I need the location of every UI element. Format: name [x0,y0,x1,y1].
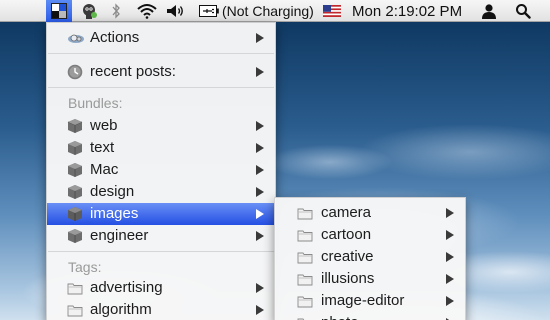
submenu-arrow-icon [256,121,264,131]
submenu-item-creative[interactable]: creative [275,246,465,268]
menu-item-label: cartoon [321,226,372,243]
menu-item-label: Mac [90,161,119,178]
bundle-cube-icon [68,229,82,243]
menu-bar: (Not Charging) Mon 2:19:02 PM [0,0,550,22]
menu-item-label: images [90,205,139,222]
fast-user-switching[interactable] [476,0,502,22]
menu-item-label: illusions [321,270,375,287]
search-icon [516,4,531,19]
tag-folder-icon [297,208,313,220]
us-flag-icon [323,5,341,17]
user-icon [482,4,496,19]
separator [48,53,274,54]
menu-item-label: text [90,139,115,156]
submenu-arrow-icon [256,231,264,241]
bundle-cube-icon [68,207,82,221]
tag-folder-icon [297,274,313,286]
bluetooth-icon [112,3,120,19]
tag-item-algorithm[interactable]: algorithm [47,299,275,320]
submenu-item-image-editor[interactable]: image-editor [275,290,465,312]
bluetooth-menu-extra[interactable] [106,0,126,22]
submenu-arrow-icon [446,296,454,306]
separator [48,87,274,88]
clock[interactable]: Mon 2:19:02 PM [352,0,470,22]
wifi-menu-extra[interactable] [134,0,160,22]
submenu-arrow-icon [256,165,264,175]
submenu-item-cartoon[interactable]: cartoon [275,224,465,246]
submenu-arrow-icon [256,305,264,315]
bundle-item-mac[interactable]: Mac [47,159,275,181]
battery-status[interactable]: (Not Charging) [222,0,314,22]
spotlight[interactable] [510,0,536,22]
growl-icon [83,4,97,19]
images-submenu: camera cartoon creative illusions image-… [274,197,466,320]
bundle-cube-icon [67,119,83,133]
separator [48,251,274,252]
submenu-arrow-icon [256,67,264,77]
submenu-arrow-icon [256,143,264,153]
delicious-menu-extra[interactable] [46,0,72,22]
menu-item-label: Actions [90,29,140,46]
bundle-item-web[interactable]: web [47,115,275,137]
submenu-item-illusions[interactable]: illusions [275,268,465,290]
clock-icon [67,64,83,80]
menu-item-label: web [90,117,118,134]
menu-item-label: algorithm [90,301,152,318]
bundle-cube-icon [68,185,82,199]
tags-header: Tags: [68,259,102,275]
bundle-item-text[interactable]: text [47,137,275,159]
volume-menu-extra[interactable] [164,0,188,22]
bundles-header: Bundles: [68,95,123,111]
submenu-arrow-icon [256,209,264,219]
tag-item-advertising[interactable]: advertising [47,277,275,299]
volume-icon [167,5,183,17]
menu-item-label: recent posts: [90,63,176,80]
submenu-arrow-icon [256,283,264,293]
menu-item-label: image-editor [321,292,405,309]
bundle-item-images[interactable]: images [47,203,275,225]
menu-item-label: design [90,183,135,200]
battery-menu-extra[interactable] [198,0,220,22]
menu-item-label: camera [321,204,372,221]
delicious-icon [51,3,67,19]
bundle-item-design[interactable]: design [47,181,275,203]
tag-folder-icon [67,283,83,295]
tag-folder-icon [297,296,313,308]
submenu-item-photo[interactable]: photo [275,312,465,320]
menu-item-label: engineer [90,227,149,244]
submenu-arrow-icon [256,187,264,197]
tag-folder-icon [297,230,313,242]
input-source-menu-extra[interactable] [320,0,344,22]
tag-folder-icon [67,305,83,317]
submenu-arrow-icon [446,274,454,284]
menu-item-label: advertising [90,279,163,296]
submenu-arrow-icon [256,33,264,43]
submenu-item-camera[interactable]: camera [275,202,465,224]
delicious-menu: Actions recent posts: Bundles: web text [46,22,276,320]
wifi-icon [137,4,157,19]
submenu-arrow-icon [446,230,454,240]
menu-item-actions[interactable]: Actions [47,27,275,49]
menu-item-label: photo [321,314,359,320]
bundle-cube-icon [68,163,82,177]
growl-menu-extra[interactable] [78,0,100,22]
menu-item-recent-posts[interactable]: recent posts: [47,61,275,83]
submenu-arrow-icon [446,208,454,218]
battery-icon [199,5,219,17]
tag-folder-icon [297,252,313,264]
bundle-cube-icon [68,141,82,155]
submenu-arrow-icon [446,252,454,262]
actions-icon [68,34,84,43]
tag-folder-icon [297,318,305,320]
bundle-item-engineer[interactable]: engineer [47,225,275,247]
menu-item-label: creative [321,248,374,265]
